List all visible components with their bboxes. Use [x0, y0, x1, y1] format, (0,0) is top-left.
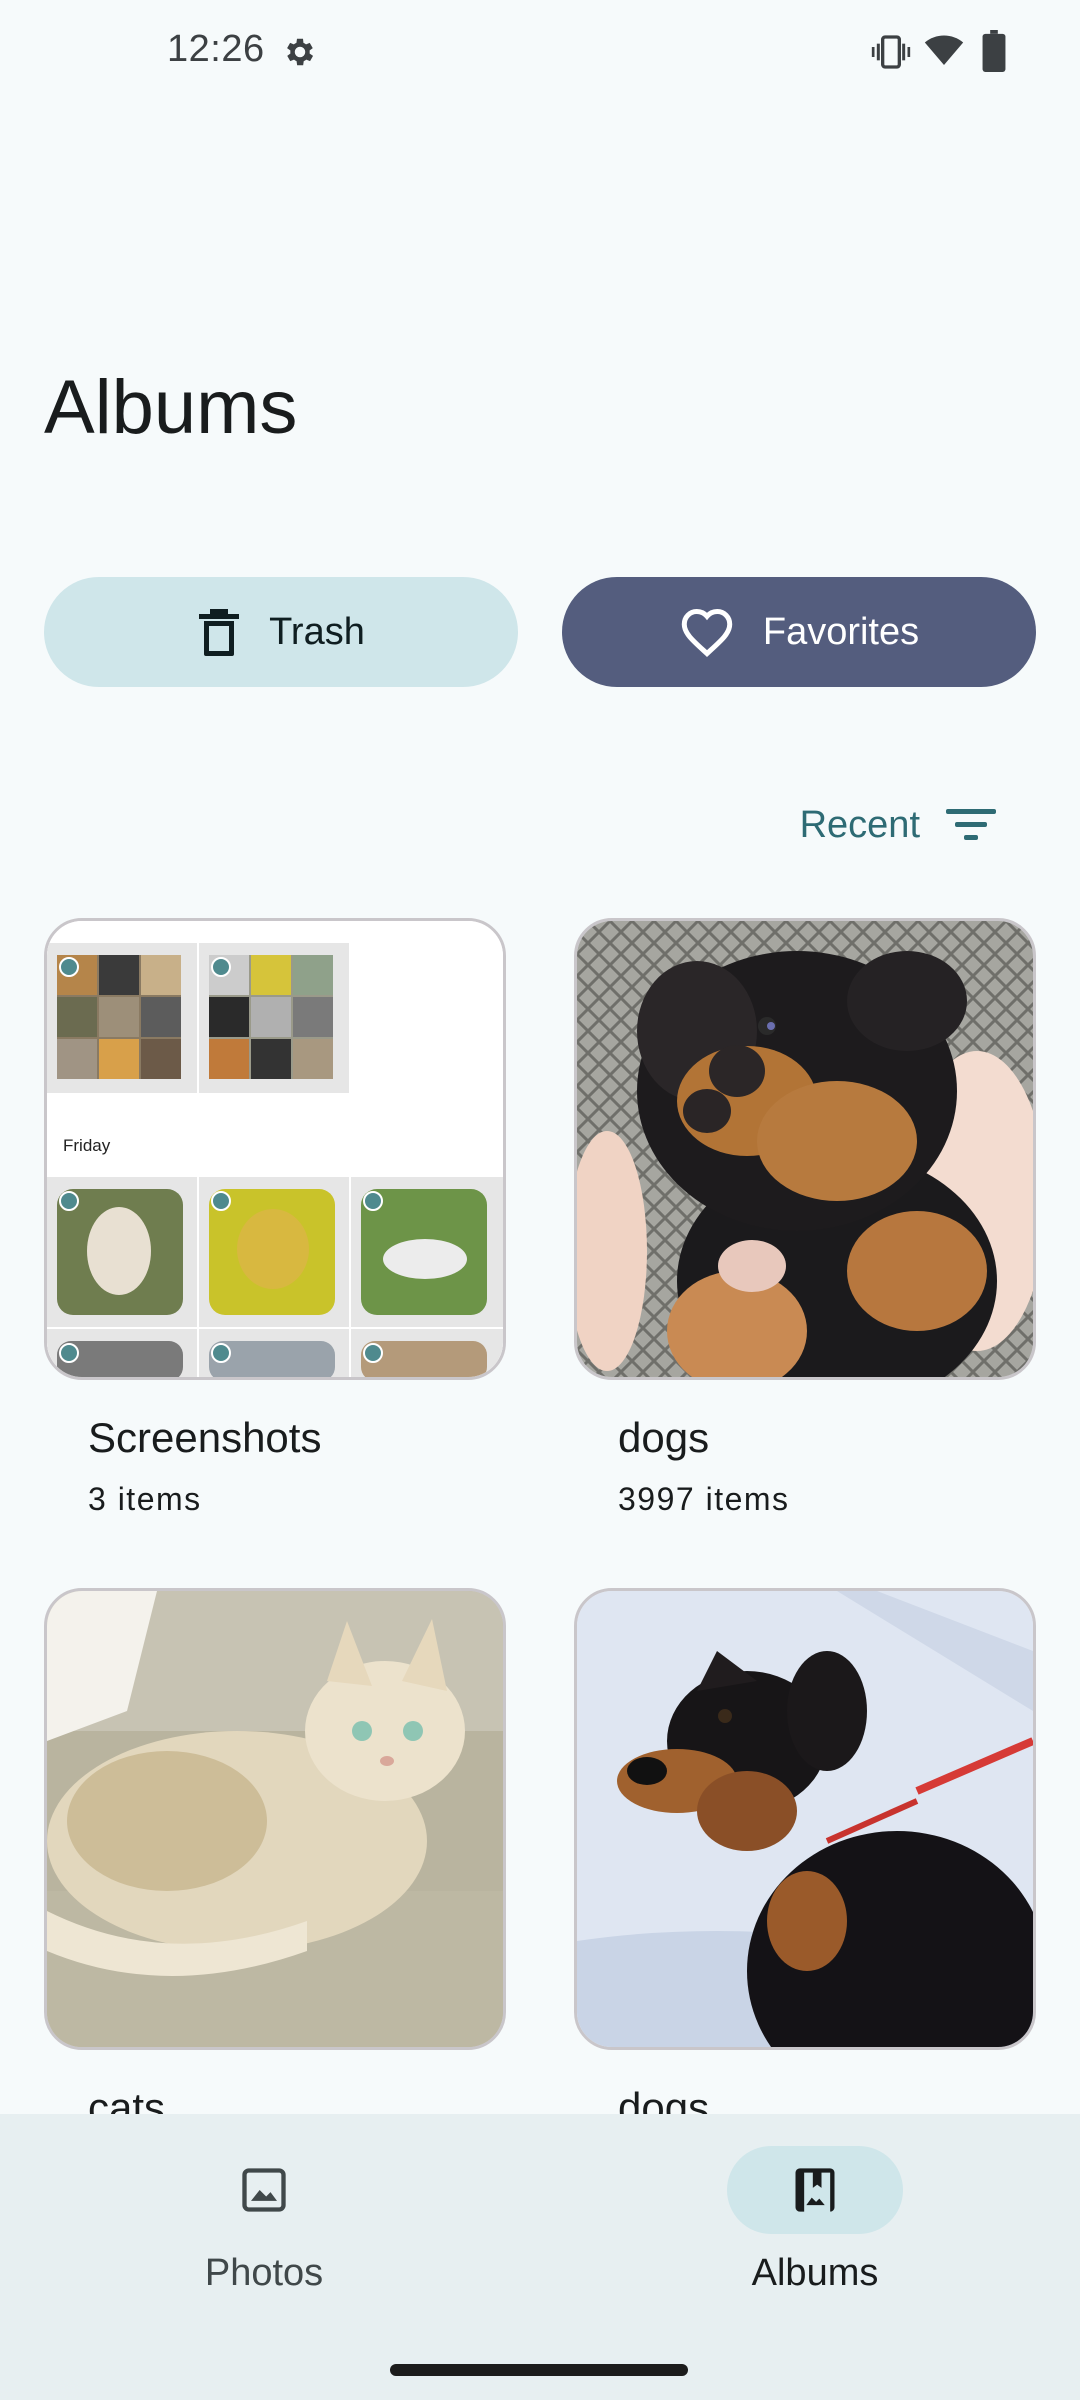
- album-thumbnail: Friday: [44, 918, 506, 1380]
- screenshot-preview-image: [47, 921, 503, 1377]
- thumbnail-caption: Friday: [63, 1136, 111, 1155]
- filter-list-icon: [946, 809, 996, 840]
- nav-label: Albums: [751, 2252, 879, 2294]
- vibrate-icon: [871, 35, 911, 69]
- page-title: Albums: [44, 365, 298, 450]
- trash-button[interactable]: Trash: [44, 577, 518, 687]
- album-name: dogs: [618, 1414, 710, 1461]
- album-card-screenshots[interactable]: Friday Screenshots 3 items: [44, 918, 506, 1517]
- album-thumbnail: [574, 1588, 1036, 2050]
- sort-label: Recent: [799, 803, 920, 846]
- status-bar: 12:26: [0, 0, 1080, 104]
- battery-icon: [982, 30, 1006, 72]
- status-time: 12:26: [167, 28, 265, 70]
- home-indicator[interactable]: [390, 2364, 688, 2376]
- photo-album-icon: [795, 2168, 835, 2212]
- album-count: 3 items: [88, 1481, 202, 1517]
- wifi-icon: [924, 35, 964, 65]
- albums-screen: 12:26 Albums Trash Favorites Recent Frid…: [0, 0, 1080, 2400]
- cat-image: [47, 1591, 503, 2047]
- album-card-dogs[interactable]: dogs 3997 items: [574, 918, 1036, 1517]
- nav-label: Photos: [204, 2252, 324, 2294]
- puppy-image: [577, 921, 1033, 1377]
- nav-albums-indicator: [727, 2146, 903, 2234]
- nav-photos[interactable]: Photos: [114, 2146, 414, 2316]
- trash-label: Trash: [269, 610, 365, 653]
- trash-icon: [199, 609, 240, 656]
- nav-albums[interactable]: Albums: [665, 2146, 965, 2316]
- bottom-navigation: Photos Albums: [0, 2114, 1080, 2400]
- nav-photos-indicator: [176, 2146, 352, 2234]
- gear-icon: [287, 38, 314, 66]
- favorites-button[interactable]: Favorites: [562, 577, 1036, 687]
- favorites-label: Favorites: [762, 610, 920, 653]
- album-thumbnail: [44, 1588, 506, 2050]
- photo-icon: [242, 2168, 286, 2212]
- album-card-cats[interactable]: cats: [44, 1588, 506, 2131]
- album-thumbnail: [574, 918, 1036, 1380]
- album-card-dogs-2[interactable]: dogs: [574, 1588, 1036, 2131]
- dog-in-snow-image: [577, 1591, 1033, 2047]
- album-count: 3997 items: [618, 1481, 790, 1517]
- heart-icon: [681, 609, 733, 657]
- album-name: Screenshots: [88, 1414, 322, 1461]
- sort-button[interactable]: Recent: [800, 795, 998, 855]
